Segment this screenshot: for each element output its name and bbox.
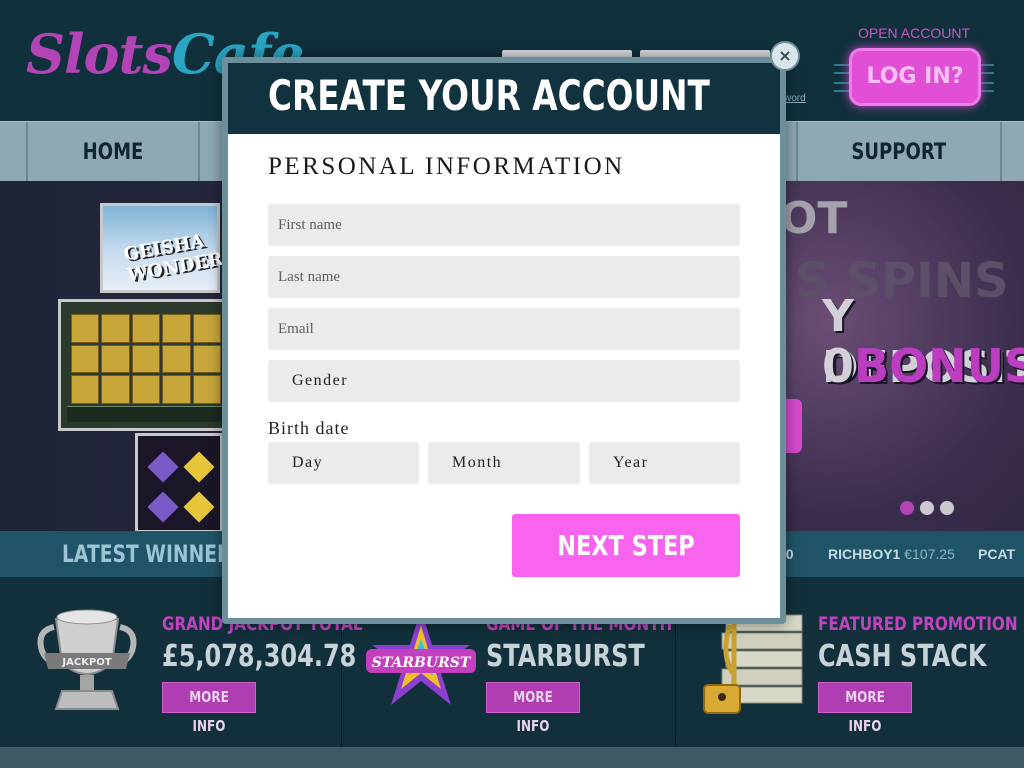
birth-month-select[interactable]: Month [428,442,580,484]
last-name-input[interactable] [268,256,740,298]
first-name-input[interactable] [268,204,740,246]
modal-title: CREATE YOUR ACCOUNT [268,71,835,120]
birth-day-select[interactable]: Day [268,442,419,484]
next-step-button[interactable]: NEXT STEP [512,514,740,577]
birth-year-select[interactable]: Year [589,442,740,484]
close-icon[interactable]: × [770,41,800,71]
birth-date-label: Birth date [268,418,350,438]
modal-title-text: CREATE YOUR ACCOUNT [268,71,710,120]
next-step-label: NEXT STEP [557,529,695,562]
email-input[interactable] [268,308,740,350]
modal-overlay: CREATE YOUR ACCOUNT PERSONAL INFORMATION… [0,0,1024,768]
modal-header: CREATE YOUR ACCOUNT [228,63,780,134]
create-account-modal: CREATE YOUR ACCOUNT PERSONAL INFORMATION… [222,57,786,624]
gender-select[interactable]: Gender [268,360,740,402]
personal-info-heading: PERSONAL INFORMATION [268,153,625,180]
